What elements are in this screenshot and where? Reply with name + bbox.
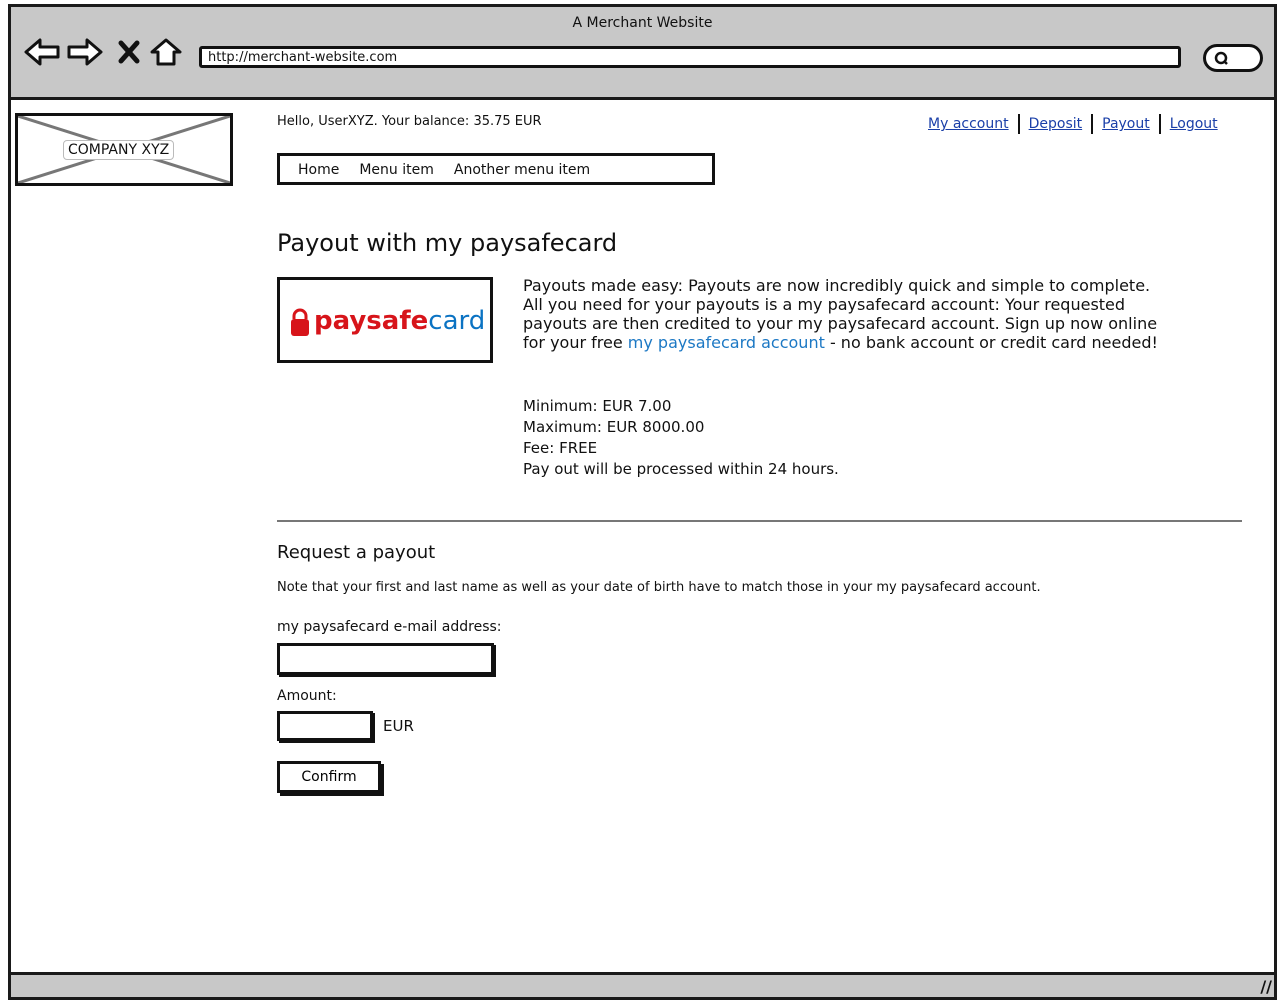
forward-arrow-icon[interactable] xyxy=(66,37,104,67)
search-icon xyxy=(1214,51,1228,65)
paysafecard-logo: paysafecard xyxy=(277,277,493,363)
deposit-link[interactable]: Deposit xyxy=(1029,116,1083,132)
paysafecard-wordmark: paysafecard xyxy=(314,306,485,336)
main-menu: Home Menu item Another menu item xyxy=(277,153,715,185)
window-title: A Merchant Website xyxy=(572,15,713,31)
confirm-button[interactable]: Confirm xyxy=(277,761,381,793)
browser-statusbar: // xyxy=(11,972,1274,997)
link-separator xyxy=(1091,114,1094,134)
link-separator xyxy=(1158,114,1161,134)
minimum-limit: Minimum: EUR 7.00 xyxy=(523,397,672,415)
processing-time: Pay out will be processed within 24 hour… xyxy=(523,460,839,478)
browser-titlebar: A Merchant Website http://merchant-websi… xyxy=(11,7,1274,100)
company-logo-text: COMPANY XYZ xyxy=(63,140,175,160)
payout-link[interactable]: Payout xyxy=(1102,116,1150,132)
payout-limits: Minimum: EUR 7.00 Maximum: EUR 8000.00 F… xyxy=(523,396,839,480)
my-account-link[interactable]: My account xyxy=(928,116,1009,132)
browser-search-button[interactable] xyxy=(1203,44,1263,72)
paysafecard-wordmark-bold: paysafe xyxy=(314,306,429,336)
company-logo: COMPANY XYZ xyxy=(15,113,233,186)
menu-item-home[interactable]: Home xyxy=(298,162,339,178)
link-separator xyxy=(1017,114,1020,134)
currency-label: EUR xyxy=(383,717,414,735)
amount-label: Amount: xyxy=(277,688,337,704)
logout-link[interactable]: Logout xyxy=(1170,116,1218,132)
menu-item[interactable]: Menu item xyxy=(359,162,434,178)
maximum-limit: Maximum: EUR 8000.00 xyxy=(523,418,705,436)
stop-x-icon[interactable] xyxy=(118,40,140,64)
paysafecard-wordmark-light: card xyxy=(428,306,486,336)
email-label: my paysafecard e-mail address: xyxy=(277,619,502,635)
fee-info: Fee: FREE xyxy=(523,439,598,457)
email-field[interactable] xyxy=(277,643,494,675)
back-arrow-icon[interactable] xyxy=(23,37,61,67)
home-icon[interactable] xyxy=(149,37,183,67)
menu-item-another[interactable]: Another menu item xyxy=(454,162,590,178)
name-match-note: Note that your first and last name as we… xyxy=(277,580,1041,595)
account-links: My account Deposit Payout Logout xyxy=(928,114,1218,134)
paysafecard-account-link[interactable]: my paysafecard account xyxy=(628,333,825,352)
payout-description: Payouts made easy: Payouts are now incre… xyxy=(523,276,1173,352)
request-payout-heading: Request a payout xyxy=(277,542,436,563)
balance-greeting: Hello, UserXYZ. Your balance: 35.75 EUR xyxy=(277,114,542,129)
amount-field[interactable] xyxy=(277,711,373,741)
page-title: Payout with my paysafecard xyxy=(277,229,618,257)
payout-description-text-end: - no bank account or credit card needed! xyxy=(824,333,1158,352)
resize-grip-icon[interactable]: // xyxy=(1260,977,1272,996)
address-bar[interactable]: http://merchant-website.com xyxy=(199,46,1181,68)
section-divider xyxy=(277,520,1242,522)
